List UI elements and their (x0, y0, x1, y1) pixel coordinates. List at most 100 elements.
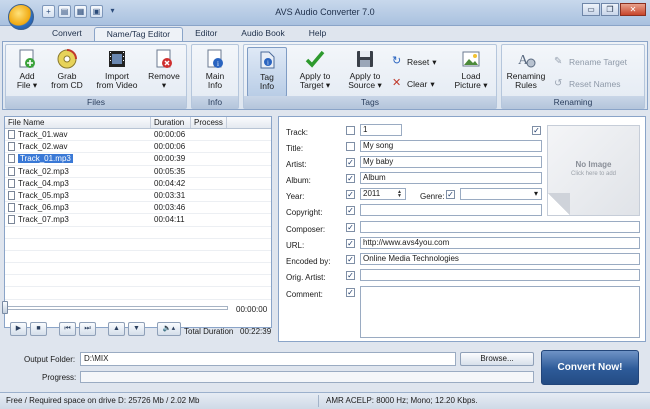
tab-name-tag-editor[interactable]: Name/Tag Editor (93, 27, 184, 41)
file-name: Track_06.mp3 (18, 203, 69, 213)
encoded-by-label: Encoded by: (286, 257, 331, 266)
album-label: Album: (286, 176, 311, 185)
url-field[interactable]: http://www.avs4you.com (360, 237, 640, 249)
clear-button[interactable]: ✕ Clear ▾ (392, 77, 435, 91)
title-label: Title: (286, 144, 304, 153)
remove-button[interactable]: Remove ▾ (144, 47, 184, 97)
column-duration[interactable]: Duration (151, 117, 191, 128)
artist-checkbox[interactable]: ✓ (346, 158, 355, 167)
list-item[interactable]: Track_02.wav 00:00:06 (5, 141, 271, 154)
composer-field[interactable] (360, 221, 640, 233)
seek-thumb[interactable] (2, 301, 8, 314)
ribbon-tabs: Convert Name/Tag Editor Editor Audio Boo… (40, 27, 338, 41)
column-file-name[interactable]: File Name (5, 117, 151, 128)
title-field[interactable]: My song (360, 140, 542, 152)
comment-field[interactable] (360, 286, 640, 338)
genre-checkbox[interactable]: ✓ (446, 190, 455, 199)
list-item[interactable]: Track_01.wav 00:00:06 (5, 129, 271, 142)
empty-row (5, 275, 271, 288)
volume-icon[interactable]: 🔈▴ (157, 322, 181, 336)
apply-to-source-button[interactable]: Apply to Source ▾ (342, 47, 388, 97)
list-item[interactable]: Track_06.mp3 00:03:46 (5, 202, 271, 215)
track-field[interactable]: 1 (360, 124, 402, 136)
encoded-by-checkbox[interactable]: ✓ (346, 255, 355, 264)
close-button[interactable]: ✕ (620, 3, 646, 16)
track-checkbox[interactable] (346, 126, 355, 135)
cover-checkbox[interactable]: ✓ (532, 126, 541, 135)
progress-label: Progress: (42, 373, 77, 382)
import-from-video-button[interactable]: Import from Video (92, 47, 142, 97)
move-down-icon[interactable]: ▼ (128, 322, 145, 336)
orig-artist-field[interactable] (360, 269, 640, 281)
track-label: Track: (286, 128, 308, 137)
minimize-button[interactable]: ▭ (582, 3, 600, 16)
list-item[interactable]: Track_07.mp3 00:04:11 (5, 214, 271, 227)
url-checkbox[interactable]: ✓ (346, 239, 355, 248)
main-info-button[interactable]: i Main Info (196, 47, 234, 97)
load-picture-button[interactable]: Load Picture ▾ (448, 47, 494, 97)
title-checkbox[interactable] (346, 142, 355, 151)
rename-target-icon: ✎ (554, 56, 563, 67)
file-list-header: File Name Duration Process (5, 117, 271, 129)
tag-info-button[interactable]: i Tag Info (247, 47, 287, 97)
year-field[interactable]: 2011 ▲ ▼ (360, 188, 406, 200)
add-file-button[interactable]: Add File ▾ (8, 47, 46, 97)
output-folder-field[interactable]: D:\MIX (80, 352, 456, 366)
tab-editor[interactable]: Editor (183, 27, 229, 41)
browse-button[interactable]: Browse... (460, 352, 534, 366)
file-duration: 00:00:39 (154, 154, 186, 164)
disk-space-status: Free / Required space on drive D: 25726 … (6, 396, 200, 405)
reset-dropdown-icon: ▾ (432, 57, 437, 67)
tab-help[interactable]: Help (297, 27, 338, 41)
composer-checkbox[interactable]: ✓ (346, 223, 355, 232)
list-item[interactable]: Track_02.mp3 00:05:35 (5, 166, 271, 178)
composer-label: Composer: (286, 225, 326, 234)
add-file-icon (19, 49, 35, 68)
list-item[interactable]: Track_04.mp3 00:04:42 (5, 178, 271, 190)
year-spinner-icon[interactable]: ▲ ▼ (397, 190, 404, 199)
file-duration: 00:05:35 (154, 166, 186, 176)
svg-text:i: i (217, 60, 219, 68)
cover-art[interactable]: No Image Click here to add (547, 125, 640, 216)
comment-checkbox[interactable]: ✓ (346, 288, 355, 297)
orig-artist-checkbox[interactable]: ✓ (346, 271, 355, 280)
main-info-label: Main Info (205, 71, 225, 90)
list-item-selected[interactable]: Track_01.mp3 00:00:39 (5, 153, 271, 166)
file-duration: 00:03:31 (154, 191, 186, 201)
copyright-checkbox[interactable]: ✓ (346, 206, 355, 215)
file-name: Track_05.mp3 (18, 191, 69, 201)
seek-bar[interactable] (4, 306, 228, 310)
move-up-icon[interactable]: ▲ (108, 322, 125, 336)
stop-icon[interactable]: ■ (30, 322, 47, 336)
previous-icon[interactable]: ⏮ (59, 322, 76, 336)
tab-audio-book[interactable]: Audio Book (229, 27, 296, 41)
picture-icon (462, 51, 480, 67)
album-field[interactable]: Album (360, 172, 542, 184)
column-process[interactable]: Process (191, 117, 227, 128)
renaming-rules-button[interactable]: A Renaming Rules (504, 47, 548, 97)
list-item[interactable]: Track_05.mp3 00:03:31 (5, 190, 271, 203)
copyright-field[interactable] (360, 204, 542, 216)
total-duration: Total Duration 00:22:39 (184, 327, 271, 336)
year-checkbox[interactable]: ✓ (346, 190, 355, 199)
year-value: 2011 (363, 189, 381, 198)
empty-row (5, 239, 271, 251)
next-icon[interactable]: ⏭ (79, 322, 96, 336)
grab-from-cd-button[interactable]: Grab from CD (48, 47, 86, 97)
artist-field[interactable]: My baby (360, 156, 542, 168)
file-name: Track_04.mp3 (18, 178, 69, 188)
album-checkbox[interactable]: ✓ (346, 174, 355, 183)
remove-label: Remove ▾ (148, 71, 180, 90)
cover-hint: Click here to add (570, 171, 617, 177)
apply-to-target-button[interactable]: Apply to Target ▾ (292, 47, 338, 97)
genre-select[interactable]: ▾ (460, 188, 542, 200)
convert-now-button[interactable]: Convert Now! (541, 350, 639, 385)
tab-convert[interactable]: Convert (40, 27, 94, 41)
reset-button[interactable]: ↻ Reset ▾ (392, 55, 437, 69)
comment-label: Comment: (286, 290, 323, 299)
restore-button[interactable]: ❐ (601, 3, 619, 16)
play-icon[interactable]: ▶ (10, 322, 27, 336)
reset-names-button[interactable]: ↺ Reset Names (554, 77, 621, 91)
rename-target-button[interactable]: ✎ Rename Target (554, 55, 627, 69)
encoded-by-field[interactable]: Online Media Technologies (360, 253, 640, 265)
